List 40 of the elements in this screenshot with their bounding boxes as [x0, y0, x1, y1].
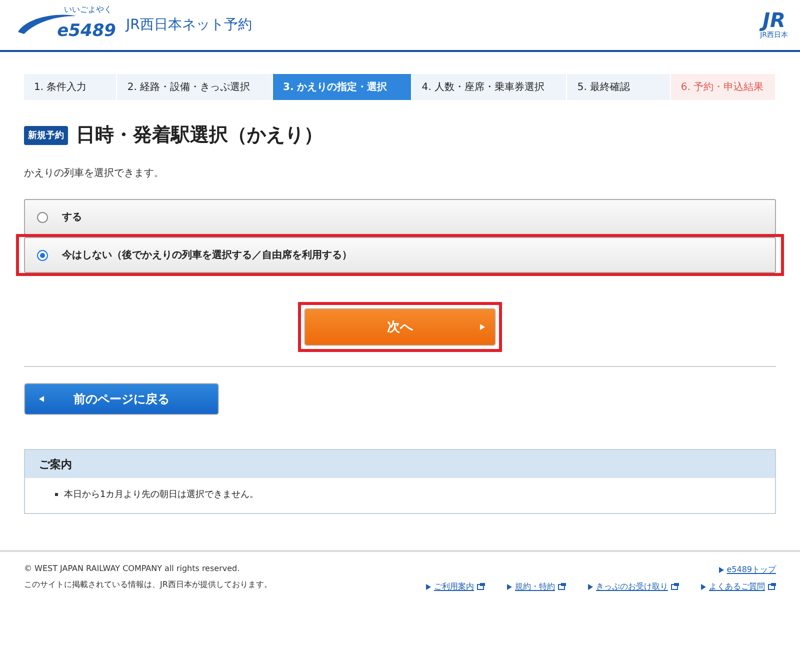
info-title: ご案内 [25, 450, 775, 478]
external-link-icon [477, 583, 485, 590]
progress-step: 3. かえりの指定・選択 [272, 74, 412, 100]
info-text: 本日から1カ月より先の朝日は選択できません。 [64, 488, 259, 501]
radio-button[interactable] [37, 212, 48, 222]
logo-text: e5489 [57, 23, 116, 40]
triangle-icon [39, 396, 44, 402]
site-title: JR西日本ネット予約 [126, 16, 253, 34]
back-button[interactable]: 前のページに戻る [24, 383, 219, 415]
footer-link[interactable]: 規約・特約 [507, 581, 566, 592]
top-link[interactable]: e5489トップ [718, 564, 776, 575]
bullet-icon [55, 493, 58, 496]
triangle-icon [588, 584, 593, 590]
radio-option[interactable]: 今はしない（後でかえりの列車を選択する／自由席を利用する） [24, 237, 776, 273]
external-link-icon [768, 583, 776, 590]
option-label: 今はしない（後でかえりの列車を選択する／自由席を利用する） [62, 248, 352, 262]
triangle-icon [480, 324, 485, 330]
logo-ruby: いいごよやく [64, 6, 112, 14]
triangle-icon [701, 584, 706, 590]
page-title: 日時・発着駅選択（かえり） [76, 123, 323, 148]
triangle-icon [426, 584, 431, 590]
external-link-icon [671, 583, 679, 590]
progress-step: 5. 最終確認 [567, 74, 671, 100]
copyright: © WEST JAPAN RAILWAY COMPANY all rights reserved. [24, 564, 241, 573]
option-label: する [62, 211, 82, 224]
footer-link[interactable]: きっぷのお受け取り [588, 581, 679, 592]
progress-step: 1. 条件入力 [24, 74, 118, 100]
new-booking-badge: 新規予約 [24, 126, 68, 144]
progress-step: 4. 人数・座席・乗車券選択 [412, 74, 568, 100]
footer-link[interactable]: ご利用案内 [426, 581, 485, 592]
triangle-icon [507, 584, 512, 590]
footer-link[interactable]: よくあるご質問 [701, 581, 776, 592]
triangle-icon [718, 566, 724, 572]
description: かえりの列車を選択できます。 [24, 166, 165, 180]
progress-step: 6. 予約・申込結果 [670, 74, 776, 100]
radio-button[interactable] [37, 250, 48, 260]
radio-option[interactable]: する [24, 199, 776, 235]
footer-notice: このサイトに掲載されている情報は、JR西日本が提供しております。 [24, 579, 272, 590]
progress-step: 2. 経路・設備・きっぷ選択 [117, 74, 273, 100]
external-link-icon [558, 583, 566, 590]
